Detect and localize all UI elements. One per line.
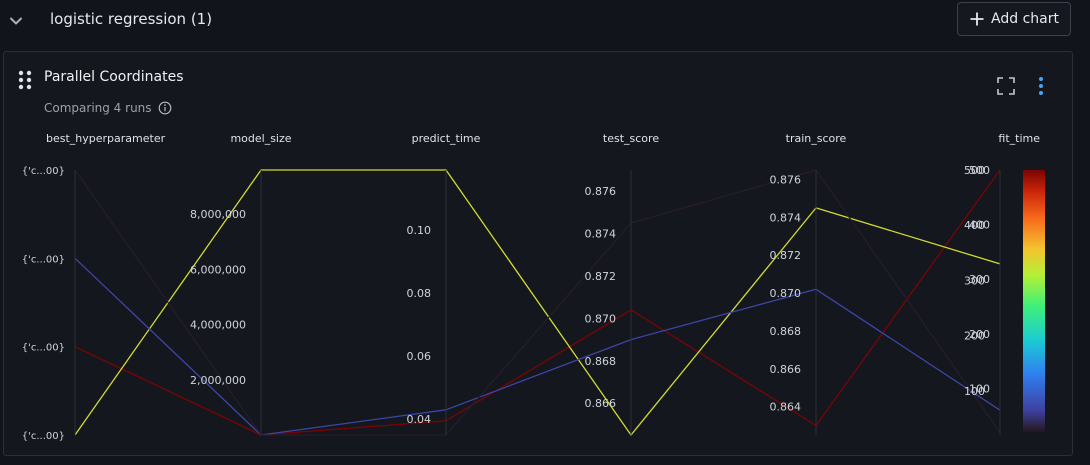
tick-label: {'c...00} xyxy=(22,343,65,354)
axis-train-score: train_score 0.864 0.866 0.868 0.870 0.872 0.87… xyxy=(770,132,847,435)
colorbar-tick-label: 400 xyxy=(969,219,990,232)
tick-label: 0.04 xyxy=(407,413,432,426)
tick-label: 0.866 xyxy=(770,363,802,376)
axis-title: fit_time xyxy=(998,132,1040,145)
tick-label: 0.10 xyxy=(407,224,432,237)
tick-label: 0.864 xyxy=(770,401,802,414)
chart-axes: best_hyperparameter {'c...00} {'c...00} {'c… xyxy=(22,132,1040,442)
tick-label: 0.874 xyxy=(770,211,802,224)
tick-label: 8,000,000 xyxy=(190,208,246,221)
axis-best-hyperparameter: best_hyperparameter {'c...00} {'c...00} {'c… xyxy=(22,132,166,442)
axis-test-score: test_score 0.866 0.868 0.870 0.872 0.874 0.876 xyxy=(585,132,659,435)
axis-title: best_hyperparameter xyxy=(46,132,166,145)
colorbar-gradient xyxy=(1023,170,1045,432)
axis-model-size: model_size 2,000,000 4,000,000 6,000,000 8,0… xyxy=(190,132,292,435)
run-line-3[interactable] xyxy=(74,257,1001,436)
tick-label: {'c...00} xyxy=(22,254,65,265)
tick-label: 0.872 xyxy=(585,270,617,283)
axis-predict-time: predict_time 0.04 0.06 0.08 0.10 xyxy=(407,132,481,435)
tick-label: 0.872 xyxy=(770,249,802,262)
axis-title: model_size xyxy=(230,132,291,145)
tick-label: 0.866 xyxy=(585,397,617,410)
tick-label: 0.08 xyxy=(407,287,432,300)
tick-label: 0.870 xyxy=(770,287,802,300)
tick-label: {'c...00} xyxy=(22,166,65,177)
tick-label: 4,000,000 xyxy=(190,319,246,332)
axis-title: test_score xyxy=(603,132,659,145)
axis-title: train_score xyxy=(786,132,847,145)
colorbar-tick-label: 100 xyxy=(969,382,990,395)
colorbar-tick-label: 200 xyxy=(969,328,990,341)
tick-label: 6,000,000 xyxy=(190,263,246,276)
tick-label: 0.874 xyxy=(585,228,617,241)
colorbar: 100 200 300 400 500 xyxy=(969,164,1045,432)
colorbar-tick-label: 300 xyxy=(969,273,990,286)
tick-label: 0.868 xyxy=(770,325,802,338)
colorbar-tick-label: 500 xyxy=(969,164,990,177)
axis-title: predict_time xyxy=(412,132,481,145)
tick-label: 0.876 xyxy=(585,185,617,198)
tick-label: 0.868 xyxy=(585,355,617,368)
tick-label: {'c...00} xyxy=(22,431,65,442)
tick-label: 0.876 xyxy=(770,173,802,186)
parallel-coordinates-chart: best_hyperparameter {'c...00} {'c...00} {'c… xyxy=(22,132,1045,442)
tick-label: 0.870 xyxy=(585,312,617,325)
tick-label: 0.06 xyxy=(407,350,432,363)
tick-label: 2,000,000 xyxy=(190,374,246,387)
